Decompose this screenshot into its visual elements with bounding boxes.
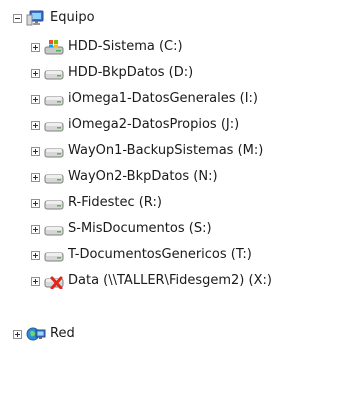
tree-item-drive[interactable]: R-Fidestec (R:): [31, 193, 162, 213]
tree-item-label: WayOn1-BackupSistemas (M:): [68, 143, 264, 158]
tree-item-drive[interactable]: iOmega1-DatosGenerales (I:): [31, 89, 258, 109]
tree-item-label: T-DocumentosGenericos (T:): [68, 247, 252, 262]
tree-item-drive[interactable]: S-MisDocumentos (S:): [31, 219, 212, 239]
expand-toggle[interactable]: [31, 120, 40, 130]
tree-item-label: iOmega2-DatosPropios (J:): [68, 117, 240, 132]
tree-item-label: WayOn2-BkpDatos (N:): [68, 169, 218, 184]
tree-item-drive[interactable]: HDD-Sistema (C:): [31, 37, 183, 57]
expand-toggle[interactable]: [31, 94, 40, 104]
expand-toggle[interactable]: [31, 250, 40, 260]
computer-icon: [26, 10, 46, 26]
hard-drive-icon: [44, 65, 64, 81]
tree-item-drive[interactable]: iOmega2-DatosPropios (J:): [31, 115, 239, 135]
tree-item-label: HDD-Sistema (C:): [68, 39, 183, 54]
tree-item-label: S-MisDocumentos (S:): [68, 221, 212, 236]
tree-item-equipo[interactable]: Equipo: [13, 8, 95, 28]
tree-item-label: iOmega1-DatosGenerales (I:): [68, 91, 258, 106]
tree-item-label: HDD-BkpDatos (D:): [68, 65, 194, 80]
expand-toggle[interactable]: [31, 146, 40, 156]
hard-drive-icon: [44, 247, 64, 263]
system-drive-icon: [44, 39, 64, 55]
tree-item-label: Data (\\TALLER\Fidesgem2) (X:): [68, 273, 272, 288]
expand-toggle[interactable]: [31, 42, 40, 52]
tree-item-red[interactable]: Red: [13, 324, 75, 344]
hard-drive-icon: [44, 143, 64, 159]
disconnected-network-drive-icon: [44, 273, 64, 289]
network-icon: [26, 326, 46, 342]
expand-toggle[interactable]: [31, 198, 40, 208]
tree-item-drive[interactable]: T-DocumentosGenericos (T:): [31, 245, 252, 265]
tree-item-label: Red: [50, 326, 75, 341]
expand-toggle[interactable]: [13, 329, 22, 339]
expand-toggle[interactable]: [31, 172, 40, 182]
hard-drive-icon: [44, 169, 64, 185]
tree-item-drive[interactable]: WayOn1-BackupSistemas (M:): [31, 141, 263, 161]
hard-drive-icon: [44, 195, 64, 211]
expand-toggle[interactable]: [31, 68, 40, 78]
tree-item-label: R-Fidestec (R:): [68, 195, 162, 210]
collapse-toggle[interactable]: [13, 13, 22, 23]
tree-item-drive[interactable]: WayOn2-BkpDatos (N:): [31, 167, 218, 187]
hard-drive-icon: [44, 117, 64, 133]
expand-toggle[interactable]: [31, 224, 40, 234]
tree-item-drive[interactable]: Data (\\TALLER\Fidesgem2) (X:): [31, 271, 272, 291]
tree-item-label: Equipo: [50, 10, 95, 25]
expand-toggle[interactable]: [31, 276, 40, 286]
hard-drive-icon: [44, 221, 64, 237]
tree-item-drive[interactable]: HDD-BkpDatos (D:): [31, 63, 193, 83]
hard-drive-icon: [44, 91, 64, 107]
